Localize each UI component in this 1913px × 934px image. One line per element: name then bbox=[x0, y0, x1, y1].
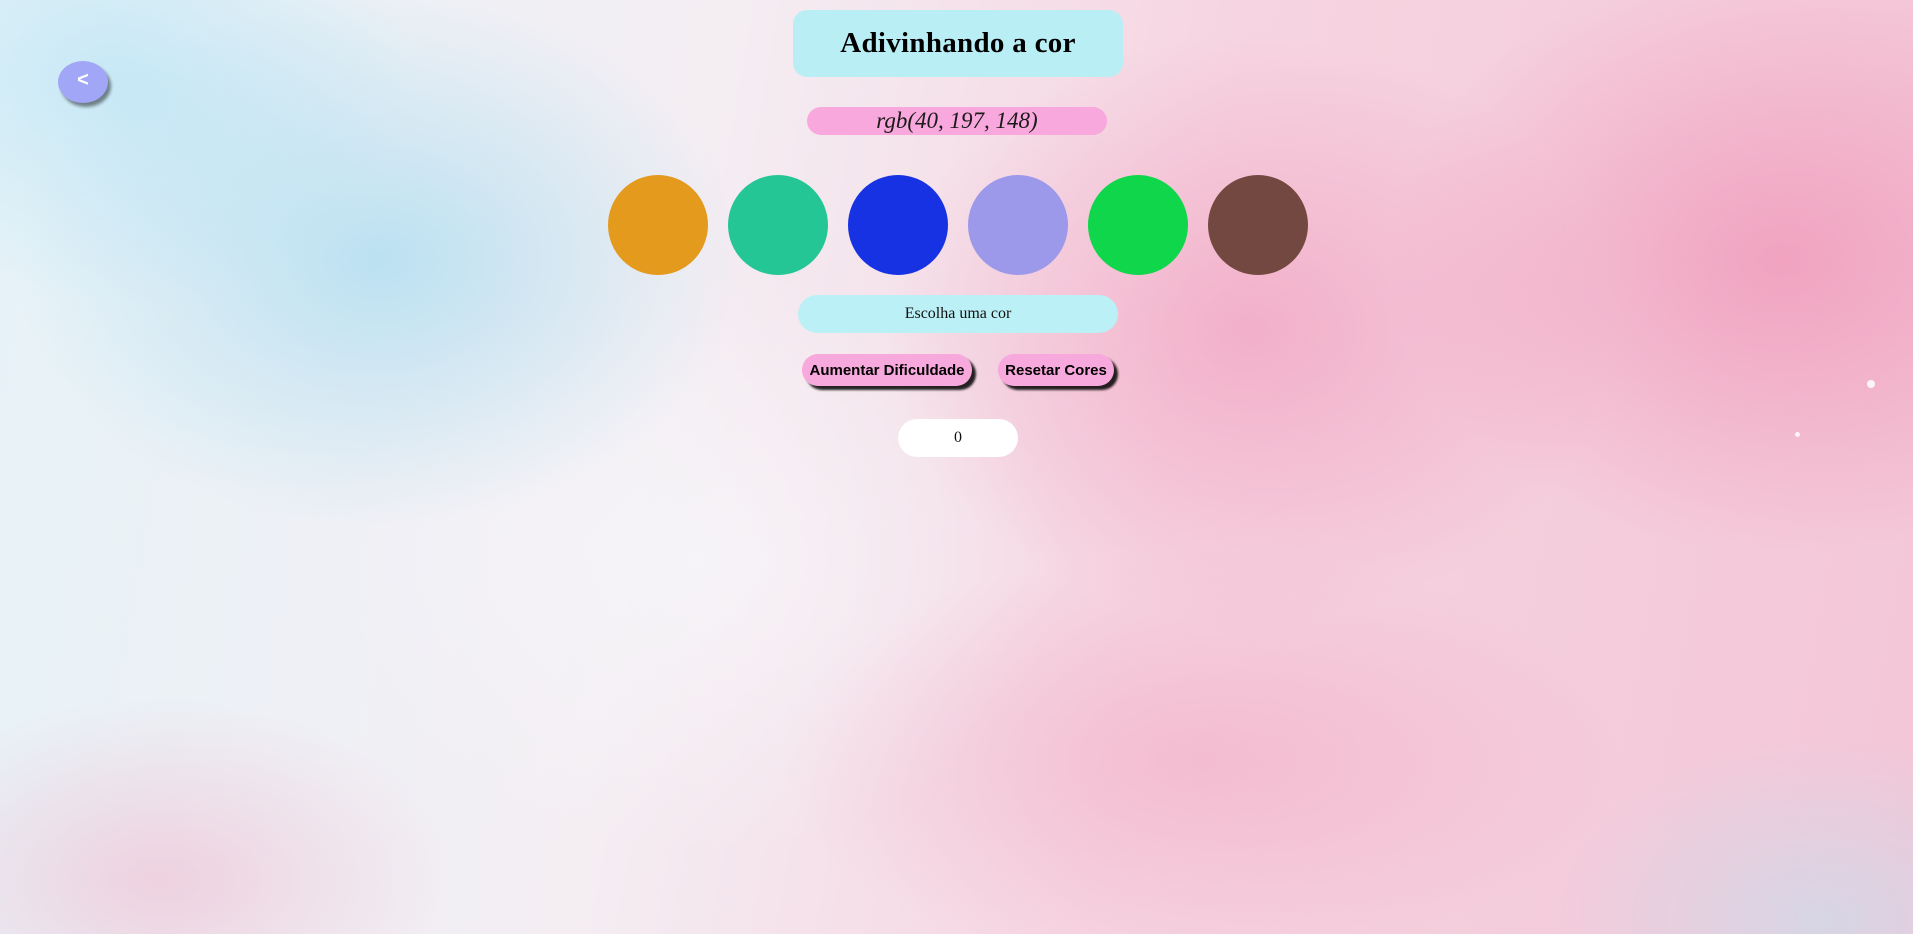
color-option-6[interactable] bbox=[1208, 175, 1308, 275]
color-option-3[interactable] bbox=[848, 175, 948, 275]
background-sparkle bbox=[1867, 380, 1875, 388]
background-sparkle bbox=[1795, 432, 1800, 437]
back-button[interactable]: < bbox=[58, 61, 108, 103]
target-rgb-display: rgb(40, 197, 148) bbox=[807, 107, 1107, 135]
increase-difficulty-button[interactable]: Aumentar Dificuldade bbox=[802, 354, 972, 386]
status-message: Escolha uma cor bbox=[798, 295, 1118, 333]
page-title: Adivinhando a cor bbox=[840, 27, 1076, 59]
reset-colors-button[interactable]: Resetar Cores bbox=[998, 354, 1114, 386]
color-palette bbox=[608, 175, 1308, 275]
score-counter: 0 bbox=[898, 419, 1018, 457]
color-option-4[interactable] bbox=[968, 175, 1068, 275]
color-option-1[interactable] bbox=[608, 175, 708, 275]
title-banner: Adivinhando a cor bbox=[793, 10, 1123, 77]
color-option-2[interactable] bbox=[728, 175, 828, 275]
color-option-5[interactable] bbox=[1088, 175, 1188, 275]
